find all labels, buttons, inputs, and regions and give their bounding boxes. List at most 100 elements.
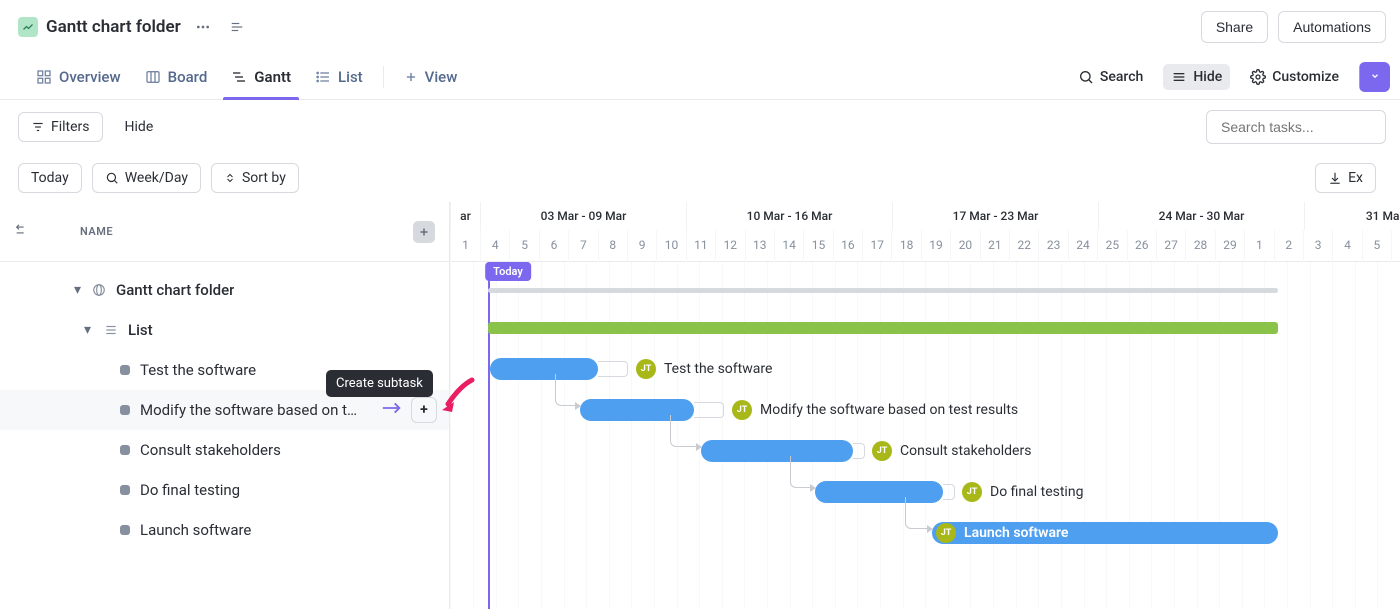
gantt-bar-tail	[943, 484, 955, 500]
sort-label: Sort by	[242, 170, 286, 186]
filters-label: Filters	[51, 119, 90, 135]
status-dot	[120, 445, 130, 455]
search-action[interactable]: Search	[1070, 64, 1151, 90]
days-row: 1456789101112131415161718192021222324252…	[450, 230, 1400, 262]
main: NAME ▾ Gantt chart folder ▾ List Test th…	[0, 202, 1400, 609]
day-header-cell: 3	[1303, 230, 1332, 262]
today-button[interactable]: Today	[18, 163, 82, 193]
task-label: Test the software	[664, 361, 772, 377]
day-header-cell: 9	[627, 230, 656, 262]
dependency-icon[interactable]	[381, 401, 403, 419]
tab-add-view[interactable]: View	[392, 54, 470, 100]
assignee-avatar[interactable]: JT	[872, 441, 892, 461]
zoom-button[interactable]: Week/Day	[92, 163, 201, 193]
hide-button[interactable]: Hide	[113, 113, 166, 141]
zoom-icon	[105, 171, 119, 185]
row-label: Consult stakeholders	[140, 441, 281, 459]
tree-row-list[interactable]: ▾ List	[0, 310, 449, 350]
tree-row-task[interactable]: Launch software	[0, 510, 449, 550]
day-header-cell: 15	[803, 230, 832, 262]
day-header-cell: 7	[568, 230, 597, 262]
export-button[interactable]: Ex	[1315, 163, 1376, 193]
assignee-avatar[interactable]: JT	[636, 359, 656, 379]
caret-down-icon[interactable]: ▾	[74, 282, 81, 298]
day-header-cell: 29	[1215, 230, 1244, 262]
day-header-cell: 19	[921, 230, 950, 262]
tab-label: Overview	[59, 68, 121, 86]
day-header-cell: 5	[1362, 230, 1391, 262]
hide-icon	[1171, 69, 1187, 85]
tree-row-task[interactable]: Do final testing	[0, 470, 449, 510]
collapse-icon[interactable]	[10, 223, 28, 241]
day-header-cell: 2	[1274, 230, 1303, 262]
folder-bar[interactable]	[488, 322, 1278, 334]
day-header-cell: 6	[539, 230, 568, 262]
task-label-wrap: JT Do final testing	[962, 482, 1083, 502]
day-grid	[450, 262, 1400, 609]
gear-icon	[1250, 69, 1266, 85]
week-header-cell: 24 Mar - 30 Mar	[1098, 202, 1304, 230]
gantt-bar[interactable]	[701, 440, 853, 462]
gantt-bar-tail	[694, 402, 724, 418]
weeks-row: ar03 Mar - 09 Mar10 Mar - 16 Mar17 Mar -…	[450, 202, 1400, 230]
action-label: Search	[1100, 69, 1143, 85]
day-header-cell: 27	[1156, 230, 1185, 262]
expand-icon[interactable]	[225, 15, 249, 39]
assignee-avatar[interactable]: JT	[962, 482, 982, 502]
day-header-cell: 10	[656, 230, 685, 262]
day-header-cell: 4	[1332, 230, 1361, 262]
create-subtask-button[interactable]: +	[411, 397, 437, 423]
day-header-cell: 21	[980, 230, 1009, 262]
day-header-cell: 5	[509, 230, 538, 262]
day-header-cell: 13	[745, 230, 774, 262]
gantt-bar-tail	[598, 361, 628, 377]
action-label: Customize	[1272, 69, 1339, 85]
sort-button[interactable]: Sort by	[211, 163, 299, 193]
more-icon[interactable]	[191, 15, 215, 39]
filters-button[interactable]: Filters	[18, 112, 103, 142]
task-label-wrap: JT Test the software	[636, 359, 772, 379]
chevron-down-icon[interactable]	[1359, 62, 1390, 92]
search-tasks-input[interactable]	[1206, 110, 1386, 144]
day-header-cell: 25	[1097, 230, 1126, 262]
gantt-body[interactable]: Today JT Test the software JT Modify the…	[450, 262, 1400, 609]
hide-action[interactable]: Hide	[1163, 64, 1230, 90]
task-label-wrap: JT Launch software	[936, 523, 1068, 543]
add-task-button[interactable]: Add Task	[1359, 62, 1390, 92]
tab-overview[interactable]: Overview	[24, 54, 133, 100]
add-column-button[interactable]	[413, 221, 435, 243]
controls-row: Today Week/Day Sort by Ex	[0, 154, 1400, 202]
automations-button[interactable]: Automations	[1278, 11, 1386, 43]
week-header-cell: ar	[450, 202, 480, 230]
folder-title[interactable]: Gantt chart folder	[46, 17, 181, 37]
assignee-avatar[interactable]: JT	[936, 523, 956, 543]
assignee-avatar[interactable]: JT	[732, 400, 752, 420]
task-label: Launch software	[964, 525, 1068, 541]
day-header-cell: 1	[1244, 230, 1273, 262]
task-label-wrap: JT Consult stakeholders	[872, 441, 1031, 461]
folder-type-icon	[90, 283, 108, 297]
share-button[interactable]: Share	[1201, 11, 1268, 43]
day-header-cell: 16	[833, 230, 862, 262]
gantt-bar[interactable]	[490, 358, 598, 380]
list-type-icon	[102, 323, 120, 337]
tab-board[interactable]: Board	[133, 54, 220, 100]
day-header-cell: 14	[774, 230, 803, 262]
gantt-bar-tail	[853, 443, 865, 459]
tree-row-task[interactable]: Consult stakeholders	[0, 430, 449, 470]
day-header-cell: 22	[1009, 230, 1038, 262]
customize-action[interactable]: Customize	[1242, 64, 1347, 90]
task-label: Modify the software based on test result…	[760, 402, 1018, 418]
tab-gantt[interactable]: Gantt	[219, 54, 303, 100]
row-label: Test the software	[140, 361, 256, 379]
dependency-link	[670, 415, 698, 447]
status-dot	[120, 485, 130, 495]
caret-down-icon[interactable]: ▾	[84, 322, 91, 338]
day-header-cell: 24	[1068, 230, 1097, 262]
week-header-cell: 03 Mar - 09 Mar	[480, 202, 686, 230]
action-label: Hide	[1193, 69, 1222, 85]
tab-list[interactable]: List	[303, 54, 375, 100]
task-label-wrap: JT Modify the software based on test res…	[732, 400, 1018, 420]
header: Gantt chart folder Share Automations	[0, 0, 1400, 54]
tree-row-folder[interactable]: ▾ Gantt chart folder	[0, 270, 449, 310]
